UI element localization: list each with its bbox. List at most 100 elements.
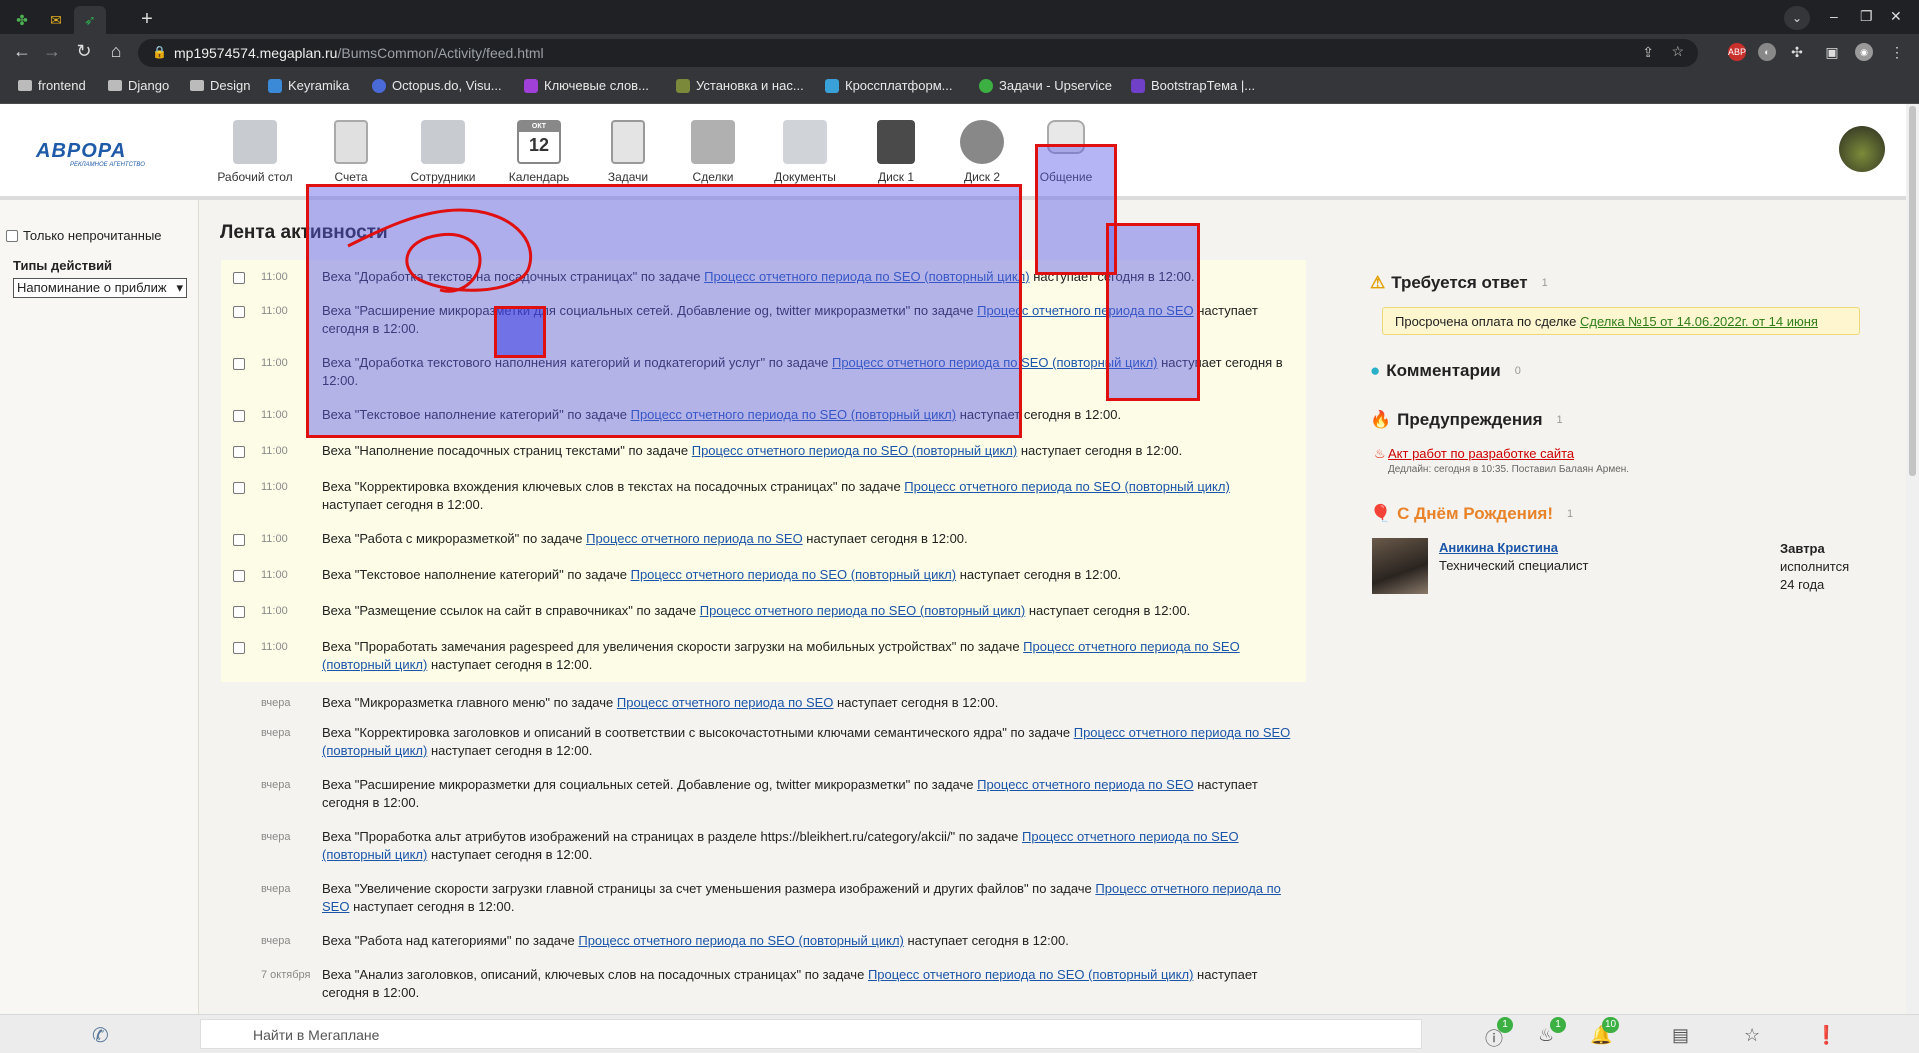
mark-read-checkbox[interactable] (233, 272, 245, 284)
page-scrollbar[interactable] (1906, 104, 1919, 1014)
birthday-person-photo[interactable] (1372, 538, 1428, 594)
side-panel-icon[interactable]: ▣ (1823, 43, 1841, 61)
bookmark-star-icon[interactable]: ☆ (1671, 43, 1684, 60)
task-link[interactable]: Процесс отчетного периода по SEO (586, 531, 803, 546)
address-bar[interactable]: 🔒 mp19574574.megaplan.ru/BumsCommon/Acti… (138, 39, 1698, 67)
task-link[interactable]: Процесс отчетного периода по SEO (повтор… (868, 967, 1194, 982)
profile-avatar[interactable]: ◉ (1855, 43, 1873, 61)
extensions-puzzle-icon[interactable]: ✣ (1788, 43, 1806, 61)
tab-search-icon[interactable]: ⌄ (1784, 6, 1810, 30)
feed-item-text: Веха "Текстовое наполнение категорий" по… (322, 567, 1122, 582)
back-icon[interactable]: ← (10, 41, 34, 62)
checkbox-box[interactable] (6, 229, 18, 242)
mark-read-checkbox[interactable] (233, 642, 245, 654)
bookmark-install[interactable]: Установка и нас... (676, 78, 804, 93)
annotation-scribble (347, 208, 533, 293)
birthday-person-name: Аникина Кристина (1439, 540, 1558, 555)
warning-link[interactable]: Акт работ по разработке сайта (1388, 446, 1574, 461)
tab-megaplan-icon[interactable]: ➶ (74, 6, 106, 34)
nav-calendar[interactable]: 12Календарь (494, 120, 584, 184)
mark-read-checkbox[interactable] (233, 534, 245, 546)
menu-dots-icon[interactable]: ⋮ (1888, 43, 1906, 61)
globe-icon (960, 120, 1004, 164)
nav-disk1[interactable]: Диск 1 (851, 120, 941, 184)
mark-read-checkbox[interactable] (233, 446, 245, 458)
feed-item-time: 11:00 (261, 445, 288, 457)
close-icon[interactable]: ✕ (1890, 8, 1902, 25)
task-link[interactable]: Процесс отчетного периода по SEO (повтор… (700, 603, 1026, 618)
bookmark-upservice[interactable]: Задачи - Upservice (979, 78, 1112, 93)
nav-tasks[interactable]: Задачи (583, 120, 673, 184)
feed-item-time: 7 октября (261, 969, 311, 981)
nav-disk2[interactable]: Диск 2 (937, 120, 1027, 184)
alert-icon[interactable]: ⓘ 1 (1485, 1017, 1513, 1051)
deal-link[interactable]: Сделка №15 от 14.06.2022г. от 14 июня (1580, 314, 1818, 329)
action-type-select[interactable]: Напоминание о приближ (13, 278, 187, 298)
feed-item-text: Веха "Проработать замечания pagespeed дл… (322, 639, 1240, 672)
company-logo[interactable]: АВРОРА РЕКЛАМНОЕ АГЕНТСТВО (36, 140, 145, 168)
warnings-section: 🔥 Предупреждения 1 (1370, 410, 1563, 429)
global-search-input[interactable]: Найти в Мегаплане (200, 1019, 1422, 1049)
nav-desktop[interactable]: Рабочий стол (210, 120, 300, 184)
tasks-icon (611, 120, 645, 164)
bookmark-frontend[interactable]: frontend (18, 78, 86, 93)
bookmark-keywords[interactable]: Ключевые слов... (524, 78, 649, 93)
unread-only-checkbox[interactable]: Только непрочитанные (6, 228, 162, 243)
mark-read-checkbox[interactable] (233, 410, 245, 422)
birthday-person-link[interactable]: Аникина Кристина (1439, 540, 1558, 555)
adblock-icon[interactable]: ABP (1728, 43, 1746, 61)
bottom-bar: ✆ Найти в Мегаплане ⓘ 1 ♨ 1 🔔 10 ▤ ☆ ❗ (0, 1014, 1919, 1053)
invoice-icon (334, 120, 368, 164)
home-icon[interactable]: ⌂ (104, 41, 128, 62)
bookmark-design[interactable]: Design (190, 78, 250, 93)
task-link[interactable]: Процесс отчетного периода по SEO (повтор… (578, 933, 904, 948)
mark-read-checkbox[interactable] (233, 606, 245, 618)
bell-icon[interactable]: 🔔 10 (1590, 1017, 1620, 1046)
favorites-star-icon[interactable]: ☆ (1744, 1025, 1760, 1046)
bookmark-django[interactable]: Django (108, 78, 169, 93)
warning-meta: Дедлайн: сегодня в 10:35. Поставил Балая… (1388, 464, 1630, 475)
task-link[interactable]: Процесс отчетного периода по SEO (повтор… (692, 443, 1018, 458)
documents-icon (783, 120, 827, 164)
bookmark-bootstrap[interactable]: BootstrapТема |... (1131, 78, 1255, 93)
task-link[interactable]: Процесс отчетного периода по SEO (повтор… (631, 567, 957, 582)
octopus-icon (372, 78, 386, 93)
browser-tab-strip: ✤ ✉ ➶ + ⌄ – ❐ ✕ (0, 0, 1919, 34)
birthday-person-role: Технический специалист (1439, 558, 1589, 573)
annotation-red-box (1106, 223, 1200, 401)
nav-deals[interactable]: Сделки (668, 120, 758, 184)
nav-documents[interactable]: Документы (760, 120, 850, 184)
feed-item: вчера Веха "Увеличение скорости загрузки … (221, 872, 1306, 924)
site-icon (524, 78, 538, 93)
mark-read-checkbox[interactable] (233, 358, 245, 370)
tab-clover-icon[interactable]: ✤ (6, 6, 38, 34)
new-tab-button[interactable]: + (134, 6, 160, 32)
forward-icon[interactable]: → (40, 41, 64, 62)
task-link[interactable]: Процесс отчетного периода по SEO (617, 695, 834, 710)
feed-item-time: 11:00 (261, 605, 288, 617)
minimize-icon[interactable]: – (1830, 8, 1838, 24)
tab-mail-icon[interactable]: ✉ (40, 6, 72, 34)
calendar-icon: 12 (517, 120, 561, 164)
check-icon (979, 78, 993, 93)
messages-icon[interactable]: ▤ (1672, 1025, 1689, 1046)
user-avatar[interactable] (1839, 126, 1885, 172)
feedback-icon[interactable]: ❗ (1815, 1025, 1837, 1046)
fire-icon[interactable]: ♨ 1 (1538, 1017, 1566, 1046)
share-icon[interactable]: ⇪ (1642, 44, 1654, 61)
extension-globe-icon[interactable]: ◐ (1758, 43, 1776, 61)
task-link[interactable]: Процесс отчетного периода по SEO (повтор… (904, 479, 1230, 494)
bookmark-octopus[interactable]: Octopus.do, Visu... (372, 78, 502, 93)
nav-invoices[interactable]: Счета (306, 120, 396, 184)
reload-icon[interactable]: ↻ (72, 41, 96, 62)
task-link[interactable]: Процесс отчетного периода по SEO (977, 777, 1194, 792)
restore-icon[interactable]: ❐ (1860, 8, 1873, 25)
phone-icon[interactable]: ✆ (92, 1023, 109, 1048)
bookmark-crossplatform[interactable]: Кроссплатформ... (825, 78, 953, 93)
nav-employees[interactable]: Сотрудники (398, 120, 488, 184)
mark-read-checkbox[interactable] (233, 570, 245, 582)
mark-read-checkbox[interactable] (233, 306, 245, 318)
scrollbar-thumb[interactable] (1909, 106, 1916, 476)
bookmark-keyramika[interactable]: Keyramika (268, 78, 349, 93)
mark-read-checkbox[interactable] (233, 482, 245, 494)
